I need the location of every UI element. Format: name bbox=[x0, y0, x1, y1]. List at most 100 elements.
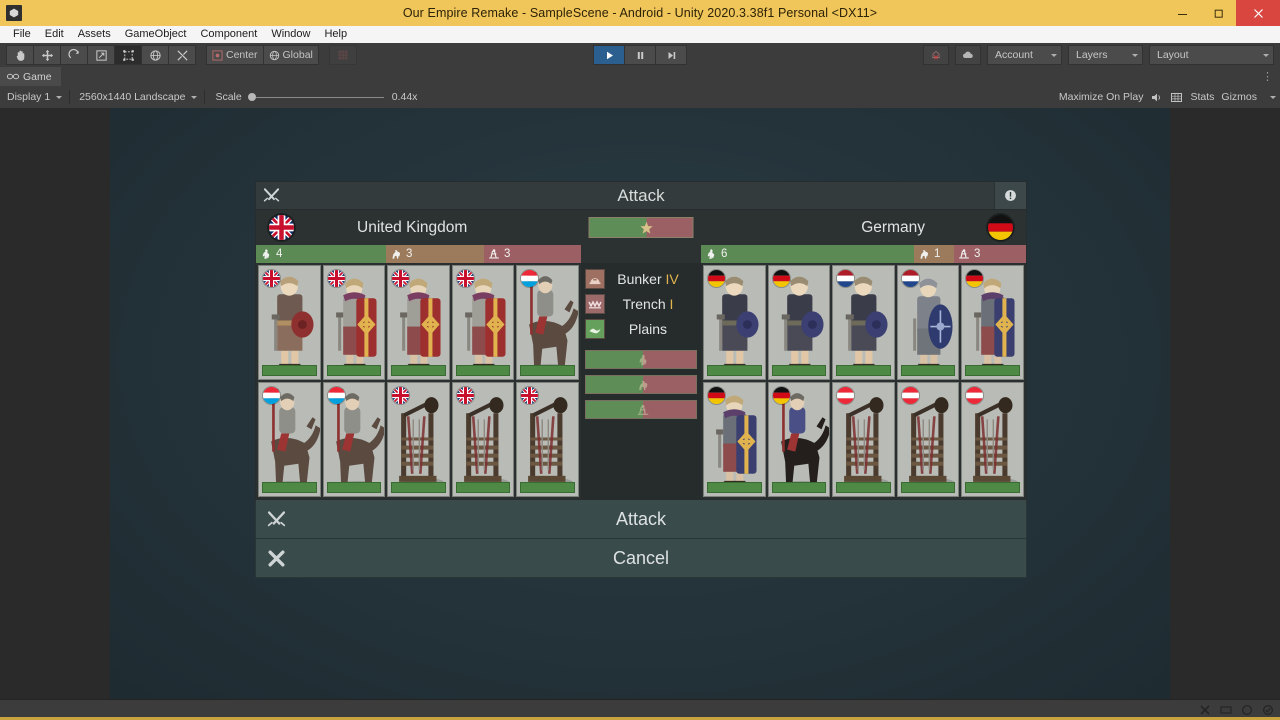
unit-card[interactable] bbox=[896, 265, 960, 380]
unit-health-bar bbox=[836, 365, 891, 376]
chevron-down-icon[interactable] bbox=[1270, 95, 1276, 99]
minimize-button[interactable] bbox=[1164, 0, 1200, 26]
panel-menu-icon[interactable]: ⋮ bbox=[1262, 71, 1273, 82]
unit-card[interactable] bbox=[703, 382, 766, 497]
move-tool-button[interactable] bbox=[33, 45, 60, 65]
menu-help[interactable]: Help bbox=[317, 26, 354, 43]
unit-card[interactable] bbox=[767, 382, 831, 497]
cancel-label: Cancel bbox=[612, 547, 670, 568]
cavalry-icon bbox=[392, 250, 401, 259]
bunker-icon bbox=[585, 268, 605, 289]
unit-card[interactable] bbox=[258, 265, 321, 380]
bug-icon[interactable] bbox=[1199, 704, 1211, 716]
rotate-tool-button[interactable] bbox=[60, 45, 87, 65]
hand-tool-button[interactable] bbox=[6, 45, 33, 65]
menu-gameobject[interactable]: GameObject bbox=[118, 26, 194, 43]
attacker-infantry-count: 4 bbox=[256, 245, 386, 263]
cancel-button[interactable]: Cancel bbox=[255, 539, 1027, 578]
unit-card[interactable] bbox=[767, 265, 831, 380]
unit-card[interactable] bbox=[516, 265, 579, 380]
stats-toggle[interactable]: Stats bbox=[1190, 91, 1214, 103]
unit-card[interactable] bbox=[258, 382, 321, 497]
unit-card[interactable] bbox=[961, 382, 1024, 497]
refresh-icon[interactable] bbox=[1241, 704, 1253, 716]
infantry-icon bbox=[639, 354, 647, 365]
check-icon[interactable] bbox=[1262, 704, 1274, 716]
unit-card[interactable] bbox=[451, 265, 515, 380]
unit-health-bar bbox=[391, 482, 446, 493]
unit-health-bar bbox=[965, 482, 1020, 493]
unit-card[interactable] bbox=[451, 382, 515, 497]
info-button[interactable] bbox=[994, 182, 1026, 209]
chevron-down-icon bbox=[1051, 53, 1057, 57]
cloud-icon[interactable] bbox=[955, 45, 981, 65]
close-button[interactable] bbox=[1236, 0, 1280, 26]
attacker-counts: 4 3 3 bbox=[256, 245, 581, 263]
menu-file[interactable]: File bbox=[6, 26, 38, 43]
defender-infantry-count: 6 bbox=[701, 245, 914, 263]
scale-slider-track[interactable] bbox=[255, 96, 384, 98]
custom-tool-button[interactable] bbox=[168, 45, 196, 65]
pivot-handle-group: Center Global bbox=[206, 45, 319, 65]
resolution-dropdown[interactable]: 2560x1440 Landscape bbox=[72, 88, 203, 106]
unit-card[interactable] bbox=[387, 382, 450, 497]
statusbar-icons bbox=[1199, 704, 1274, 716]
scale-slider[interactable] bbox=[247, 93, 384, 101]
gizmos-toggle[interactable]: Gizmos bbox=[1221, 91, 1257, 103]
unit-health-bar bbox=[965, 365, 1020, 376]
maximize-button[interactable] bbox=[1200, 0, 1236, 26]
unit-health-bar bbox=[262, 482, 317, 493]
unit-card[interactable] bbox=[896, 382, 960, 497]
power-comparison-bar bbox=[588, 217, 694, 238]
console-icon[interactable] bbox=[1220, 704, 1232, 716]
count-value: 3 bbox=[504, 248, 511, 260]
unit-card[interactable] bbox=[832, 265, 895, 380]
maximize-on-play-toggle[interactable]: Maximize On Play bbox=[1059, 91, 1144, 103]
rect-tool-button[interactable] bbox=[114, 45, 141, 65]
scale-slider-knob[interactable] bbox=[247, 93, 256, 101]
attack-confirm-button[interactable]: Attack bbox=[255, 500, 1027, 539]
account-dropdown[interactable]: Account bbox=[987, 45, 1062, 65]
attack-confirm-label: Attack bbox=[615, 508, 667, 529]
stats-grid-icon[interactable] bbox=[1170, 91, 1183, 104]
mute-audio-icon[interactable] bbox=[1150, 91, 1163, 104]
menu-window[interactable]: Window bbox=[264, 26, 317, 43]
unit-card[interactable] bbox=[961, 265, 1024, 380]
unit-card[interactable] bbox=[322, 382, 386, 497]
step-button[interactable] bbox=[655, 45, 687, 65]
transform-tool-button[interactable] bbox=[141, 45, 168, 65]
tab-game[interactable]: Game bbox=[0, 67, 61, 86]
unit-card[interactable] bbox=[387, 265, 450, 380]
menu-edit[interactable]: Edit bbox=[38, 26, 71, 43]
pivot-mode-button[interactable]: Center bbox=[206, 45, 263, 65]
unit-card[interactable] bbox=[322, 265, 386, 380]
unit-health-bar bbox=[455, 482, 511, 493]
unit-card[interactable] bbox=[703, 265, 766, 380]
germany-flag-icon bbox=[987, 214, 1014, 241]
unit-card[interactable] bbox=[516, 382, 579, 497]
defender-siege-count: 3 bbox=[954, 245, 1026, 263]
unity-editor-window: Our Empire Remake - SampleScene - Androi… bbox=[0, 0, 1280, 720]
account-label: Account bbox=[995, 49, 1033, 61]
bunker-label: Bunker IV bbox=[617, 270, 679, 287]
collab-icon[interactable] bbox=[923, 45, 949, 65]
display-dropdown[interactable]: Display 1 bbox=[0, 88, 68, 106]
scale-tool-button[interactable] bbox=[87, 45, 114, 65]
window-title: Our Empire Remake - SampleScene - Androi… bbox=[402, 6, 878, 20]
layout-dropdown[interactable]: Layout bbox=[1149, 45, 1274, 65]
unit-flag-icon bbox=[262, 386, 281, 405]
attack-dialog-header: Attack bbox=[255, 181, 1027, 210]
menu-assets[interactable]: Assets bbox=[71, 26, 118, 43]
layers-dropdown[interactable]: Layers bbox=[1068, 45, 1143, 65]
siege-compare-bar bbox=[585, 400, 697, 419]
attacker-siege-count: 3 bbox=[484, 245, 581, 263]
handle-mode-button[interactable]: Global bbox=[262, 45, 319, 65]
cavalry-icon bbox=[920, 250, 929, 259]
count-value: 6 bbox=[721, 248, 728, 260]
play-button[interactable] bbox=[593, 45, 624, 65]
pause-button[interactable] bbox=[624, 45, 655, 65]
counts-gap bbox=[581, 245, 701, 263]
menu-component[interactable]: Component bbox=[193, 26, 264, 43]
snap-grid-button[interactable] bbox=[328, 45, 357, 65]
unit-card[interactable] bbox=[832, 382, 895, 497]
